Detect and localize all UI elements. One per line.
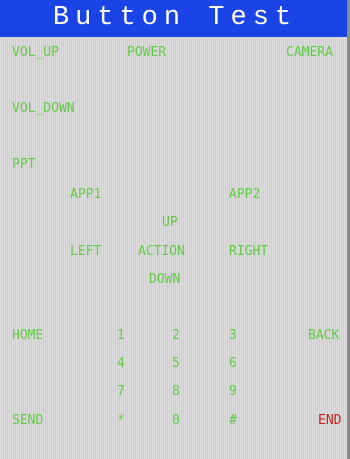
key-1-button[interactable]: 1 [117, 328, 125, 344]
action-button[interactable]: ACTION [138, 244, 185, 260]
left-button[interactable]: LEFT [70, 244, 101, 260]
key-5-button[interactable]: 5 [172, 356, 180, 372]
home-button[interactable]: HOME [12, 328, 43, 344]
down-button[interactable]: DOWN [149, 272, 180, 288]
power-button[interactable]: POWER [127, 45, 166, 61]
vol-down-button[interactable]: VOL_DOWN [12, 101, 75, 117]
key-8-button[interactable]: 8 [172, 384, 180, 400]
up-button[interactable]: UP [162, 215, 178, 231]
key-7-button[interactable]: 7 [117, 384, 125, 400]
end-button[interactable]: END [318, 413, 341, 429]
key-2-button[interactable]: 2 [172, 328, 180, 344]
title-bar: Button Test [0, 0, 350, 37]
key-star-button[interactable]: * [117, 413, 125, 429]
back-button[interactable]: BACK [308, 328, 339, 344]
key-hash-button[interactable]: # [229, 413, 237, 429]
vol-up-button[interactable]: VOL_UP [12, 45, 59, 61]
key-9-button[interactable]: 9 [229, 384, 237, 400]
app2-button[interactable]: APP2 [229, 187, 260, 203]
key-4-button[interactable]: 4 [117, 356, 125, 372]
key-6-button[interactable]: 6 [229, 356, 237, 372]
send-button[interactable]: SEND [12, 413, 43, 429]
key-3-button[interactable]: 3 [229, 328, 237, 344]
right-button[interactable]: RIGHT [229, 244, 268, 260]
page-title: Button Test [52, 3, 298, 33]
camera-button[interactable]: CAMERA [286, 45, 333, 61]
app1-button[interactable]: APP1 [70, 187, 101, 203]
key-0-button[interactable]: 0 [172, 413, 180, 429]
ppt-button[interactable]: PPT [12, 157, 35, 173]
